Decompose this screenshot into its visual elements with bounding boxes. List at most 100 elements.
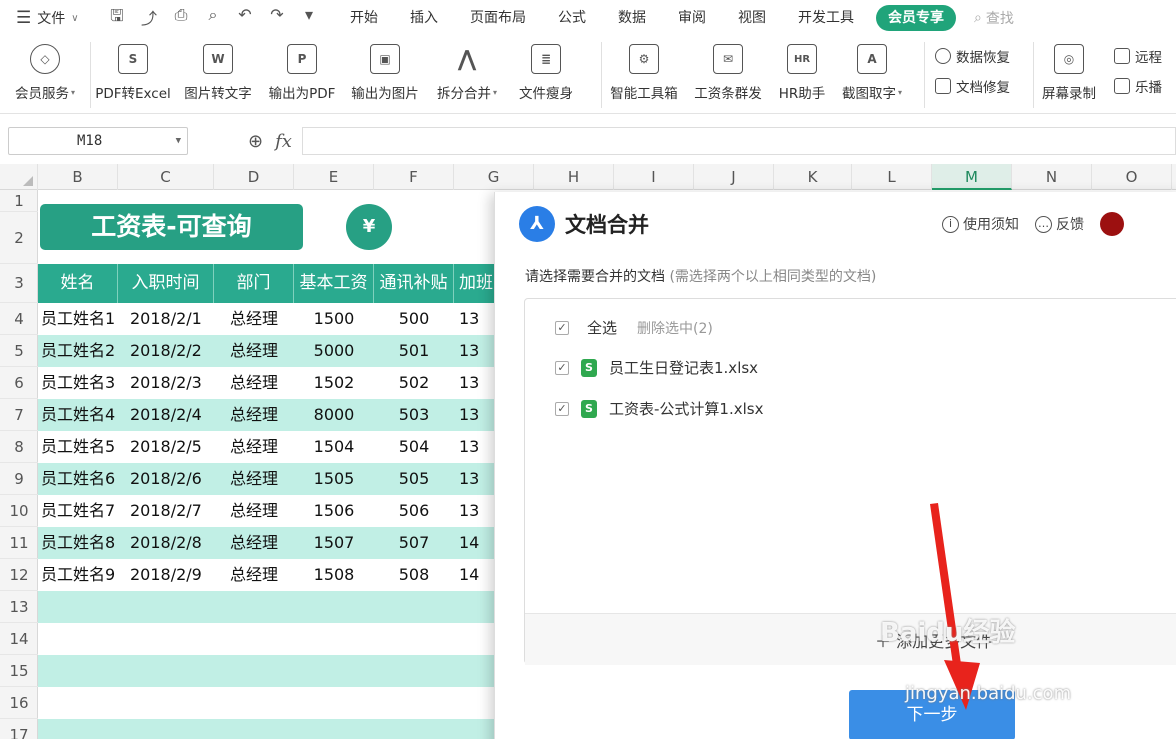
row-header[interactable]: 7 — [0, 399, 38, 431]
doc-repair-button[interactable]: 文档修复 — [935, 76, 1033, 96]
table-cell[interactable]: 14 — [454, 559, 498, 591]
empty-row[interactable] — [38, 623, 498, 655]
column-header[interactable]: L — [852, 164, 932, 190]
table-cell[interactable]: 2018/2/5 — [118, 431, 214, 463]
table-cell[interactable]: 总经理 — [214, 431, 294, 463]
preview-icon[interactable]: ⌕ — [202, 5, 224, 32]
tab-formulas[interactable]: 公式 — [542, 0, 602, 36]
header-cell[interactable]: 基本工资 — [294, 264, 374, 303]
column-header-selected[interactable]: M — [932, 164, 1012, 190]
row-header[interactable]: 17 — [0, 719, 38, 739]
row-header[interactable]: 11 — [0, 527, 38, 559]
row-header[interactable]: 3 — [0, 264, 38, 303]
tab-data[interactable]: 数据 — [602, 0, 662, 36]
empty-row[interactable] — [38, 591, 498, 623]
select-all-corner[interactable] — [0, 164, 38, 190]
export-pdf-button[interactable]: P 输出为PDF — [261, 36, 343, 102]
table-cell[interactable]: 1502 — [294, 367, 374, 399]
sheet-area[interactable]: 工资表-可查询 ¥ 姓名 入职时间 部门 基本工资 通讯补贴 加班 员工姓名1 2… — [38, 190, 498, 739]
table-cell[interactable]: 13 — [454, 335, 498, 367]
table-cell[interactable]: 507 — [374, 527, 454, 559]
tab-review[interactable]: 审阅 — [662, 0, 722, 36]
export-icon[interactable]: ⤴ — [138, 5, 160, 32]
select-all-label[interactable]: 全选 — [587, 317, 617, 338]
row-header[interactable]: 10 — [0, 495, 38, 527]
table-cell[interactable]: 2018/2/4 — [118, 399, 214, 431]
file-slim-button[interactable]: ≣ 文件瘦身 — [507, 36, 585, 102]
table-cell[interactable]: 500 — [374, 303, 454, 335]
header-cell[interactable]: 入职时间 — [118, 264, 214, 303]
row-header[interactable]: 13 — [0, 591, 38, 623]
smart-toolbox-button[interactable]: ⚙ 智能工具箱 — [602, 36, 686, 102]
table-cell[interactable]: 14 — [454, 527, 498, 559]
table-cell[interactable]: 13 — [454, 367, 498, 399]
tab-home[interactable]: 开始 — [334, 0, 394, 36]
row-header[interactable]: 2 — [0, 212, 38, 264]
table-cell[interactable]: 8000 — [294, 399, 374, 431]
table-cell[interactable]: 1506 — [294, 495, 374, 527]
row-header[interactable]: 8 — [0, 431, 38, 463]
row-header[interactable]: 16 — [0, 687, 38, 719]
tab-page-layout[interactable]: 页面布局 — [454, 0, 542, 36]
column-header[interactable]: G — [454, 164, 534, 190]
save-icon[interactable]: 🖫 — [106, 5, 128, 32]
table-cell[interactable]: 501 — [374, 335, 454, 367]
file-item[interactable]: ✓ S 工资表-公式计算1.xlsx — [555, 398, 763, 419]
name-box[interactable]: M18 ▼ — [8, 127, 188, 155]
formula-input[interactable] — [301, 127, 1176, 155]
avatar[interactable] — [1100, 212, 1124, 236]
table-cell[interactable]: 502 — [374, 367, 454, 399]
header-cell[interactable]: 通讯补贴 — [374, 264, 454, 303]
file-menu[interactable]: ☰ 文件 ∨ — [0, 8, 100, 28]
row-header[interactable]: 9 — [0, 463, 38, 495]
column-header[interactable]: F — [374, 164, 454, 190]
zoom-search-icon[interactable]: ⊕ — [248, 131, 263, 152]
search-box[interactable]: ⌕ 查找 — [974, 8, 1014, 28]
file-checkbox[interactable]: ✓ — [555, 401, 569, 416]
delete-selected-button[interactable]: 删除选中(2) — [637, 318, 713, 338]
column-header[interactable]: I — [614, 164, 694, 190]
empty-row[interactable] — [38, 719, 498, 739]
table-cell[interactable]: 503 — [374, 399, 454, 431]
table-cell[interactable]: 2018/2/6 — [118, 463, 214, 495]
tab-insert[interactable]: 插入 — [394, 0, 454, 36]
remote-button[interactable]: 远程 — [1114, 46, 1162, 66]
header-cell[interactable]: 加班 — [454, 264, 498, 303]
table-cell[interactable]: 员工姓名3 — [38, 367, 118, 399]
table-cell[interactable]: 505 — [374, 463, 454, 495]
header-cell[interactable]: 姓名 — [38, 264, 118, 303]
table-cell[interactable]: 506 — [374, 495, 454, 527]
column-header[interactable]: J — [694, 164, 774, 190]
table-cell[interactable]: 1505 — [294, 463, 374, 495]
pdf-to-excel-button[interactable]: S PDF转Excel — [91, 36, 175, 102]
table-cell[interactable]: 5000 — [294, 335, 374, 367]
row-header[interactable]: 14 — [0, 623, 38, 655]
feedback-link[interactable]: … 反馈 — [1035, 214, 1084, 234]
table-cell[interactable]: 2018/2/3 — [118, 367, 214, 399]
table-cell[interactable]: 总经理 — [214, 303, 294, 335]
table-cell[interactable]: 总经理 — [214, 399, 294, 431]
table-cell[interactable]: 2018/2/2 — [118, 335, 214, 367]
file-item[interactable]: ✓ S 员工生日登记表1.xlsx — [555, 357, 758, 378]
table-cell[interactable]: 员工姓名6 — [38, 463, 118, 495]
table-cell[interactable]: 总经理 — [214, 559, 294, 591]
tab-vip[interactable]: 会员专享 — [876, 5, 956, 31]
table-cell[interactable]: 员工姓名4 — [38, 399, 118, 431]
table-cell[interactable]: 1507 — [294, 527, 374, 559]
table-cell[interactable]: 1508 — [294, 559, 374, 591]
row-header[interactable]: 4 — [0, 303, 38, 335]
table-cell[interactable]: 总经理 — [214, 463, 294, 495]
table-cell[interactable]: 2018/2/9 — [118, 559, 214, 591]
column-header[interactable]: C — [118, 164, 214, 190]
image-to-text-button[interactable]: W 图片转文字 — [175, 36, 261, 102]
table-cell[interactable]: 13 — [454, 399, 498, 431]
table-cell[interactable]: 13 — [454, 303, 498, 335]
column-header[interactable]: K — [774, 164, 852, 190]
column-header[interactable]: N — [1012, 164, 1092, 190]
table-cell[interactable]: 1504 — [294, 431, 374, 463]
table-cell[interactable]: 1500 — [294, 303, 374, 335]
row-header[interactable]: 1 — [0, 190, 38, 212]
table-cell[interactable]: 员工姓名7 — [38, 495, 118, 527]
column-header[interactable]: E — [294, 164, 374, 190]
print-icon[interactable]: ⎙ — [170, 5, 192, 32]
